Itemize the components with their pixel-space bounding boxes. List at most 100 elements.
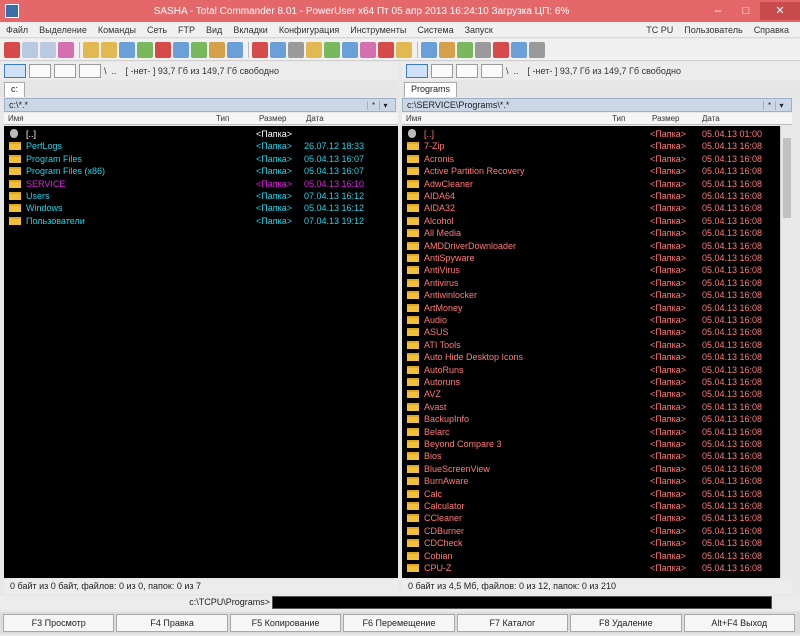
f5-copy-button[interactable]: F5 Копирование [229, 614, 342, 632]
compare-icon[interactable] [209, 41, 225, 58]
column-date[interactable]: Дата [306, 114, 324, 123]
file-row[interactable]: BlueScreenView <Папка> 05.04.13 16:08 [402, 463, 780, 475]
history-icon[interactable]: * [367, 100, 379, 110]
file-row[interactable]: Bios <Папка> 05.04.13 16:08 [402, 450, 780, 462]
file-row[interactable]: 7-Zip <Папка> 05.04.13 16:08 [402, 140, 780, 152]
left-file-panel[interactable]: [..] <Папка> PerfLogs <Папка> 26.07.12 18:33… [4, 126, 398, 578]
minimize-button[interactable]: – [704, 2, 732, 20]
file-row[interactable]: Windows <Папка> 05.04.13 16:12 [4, 202, 398, 214]
file-row[interactable]: Cobian <Папка> 05.04.13 16:08 [402, 550, 780, 562]
file-row[interactable]: All Media <Папка> 05.04.13 16:08 [402, 227, 780, 239]
file-row[interactable]: Belarc <Папка> 05.04.13 16:08 [402, 426, 780, 438]
file-row[interactable]: Autoruns <Папка> 05.04.13 16:08 [402, 376, 780, 388]
file-row[interactable]: AutoRuns <Папка> 05.04.13 16:08 [402, 364, 780, 376]
file-row[interactable]: ASUS <Папка> 05.04.13 16:08 [402, 326, 780, 338]
pack-icon[interactable] [83, 41, 99, 58]
file-row[interactable]: CDCheck <Папка> 05.04.13 16:08 [402, 537, 780, 549]
menu-item-user[interactable]: Пользователь [684, 25, 742, 35]
column-name[interactable]: Имя [8, 114, 24, 123]
tools-icon[interactable] [457, 41, 473, 58]
file-row[interactable]: AntiSpyware <Папка> 05.04.13 16:08 [402, 252, 780, 264]
dropdown-icon[interactable]: ▾ [775, 100, 787, 110]
drive-button-net[interactable] [481, 64, 503, 78]
menu-item-system[interactable]: Система [417, 25, 453, 35]
media-icon[interactable] [360, 41, 376, 58]
file-row[interactable]: AdwCleaner <Папка> 05.04.13 16:08 [402, 178, 780, 190]
drive-button-e[interactable] [54, 64, 76, 78]
menu-item-tools[interactable]: Инструменты [350, 25, 406, 35]
ftp-connect-icon[interactable] [155, 41, 171, 58]
network-icon[interactable] [324, 41, 340, 58]
file-row[interactable]: [..] <Папка> 05.04.13 01:00 [402, 128, 780, 140]
file-row[interactable]: AIDA32 <Папка> 05.04.13 16:08 [402, 202, 780, 214]
file-row[interactable]: AVZ <Папка> 05.04.13 16:08 [402, 388, 780, 400]
column-size[interactable]: Размер [652, 114, 680, 123]
file-row[interactable]: CCleaner <Папка> 05.04.13 16:08 [402, 512, 780, 524]
up-button[interactable]: .. [112, 66, 117, 76]
drive-button-d[interactable] [431, 64, 453, 78]
close-button[interactable]: ✕ [760, 2, 800, 20]
left-path-bar[interactable]: c:\*.* * ▾ [4, 98, 396, 112]
file-row[interactable]: Пользователи <Папка> 07.04.13 19:12 [4, 215, 398, 227]
drive-button-d[interactable] [29, 64, 51, 78]
file-row[interactable]: Calculator <Папка> 05.04.13 16:08 [402, 500, 780, 512]
file-row[interactable]: AntiVirus <Папка> 05.04.13 16:08 [402, 264, 780, 276]
unpack-icon[interactable] [101, 41, 117, 58]
tab-programs[interactable]: Programs [404, 82, 458, 97]
altf4-exit-button[interactable]: Alt+F4 Выход [683, 614, 795, 632]
file-row[interactable]: ATI Tools <Папка> 05.04.13 16:08 [402, 339, 780, 351]
command-input[interactable] [272, 596, 772, 609]
f3-view-button[interactable]: F3 Просмотр [3, 614, 115, 632]
file-row[interactable]: Avast <Папка> 05.04.13 16:08 [402, 401, 780, 413]
menu-item-run[interactable]: Запуск [465, 25, 493, 35]
file-row[interactable]: ArtMoney <Папка> 05.04.13 16:08 [402, 302, 780, 314]
file-row[interactable]: Alcohol <Папка> 05.04.13 16:08 [402, 215, 780, 227]
thumbnails-icon[interactable] [58, 41, 74, 58]
up-button[interactable]: .. [514, 66, 519, 76]
drive-button-e[interactable] [456, 64, 478, 78]
file-row[interactable]: CPU-Z <Папка> 05.04.13 16:08 [402, 562, 780, 574]
drive-button-net[interactable] [79, 64, 101, 78]
root-button[interactable]: \ [104, 66, 107, 76]
column-size[interactable]: Размер [259, 114, 287, 123]
file-row[interactable]: Program Files <Папка> 05.04.13 16:07 [4, 153, 398, 165]
brief-view-icon[interactable] [22, 41, 38, 58]
file-row[interactable]: Beyond Compare 3 <Папка> 05.04.13 16:08 [402, 438, 780, 450]
menu-item-select[interactable]: Выделение [39, 25, 87, 35]
antivirus-icon[interactable] [378, 41, 394, 58]
globe-icon[interactable] [511, 41, 527, 58]
column-name[interactable]: Имя [406, 114, 422, 123]
refresh-icon[interactable] [4, 41, 20, 58]
file-row[interactable]: [..] <Папка> [4, 128, 398, 140]
search-icon[interactable] [119, 41, 135, 58]
dropdown-icon[interactable]: ▾ [379, 100, 391, 110]
file-row[interactable]: BackupInfo <Папка> 05.04.13 16:08 [402, 413, 780, 425]
cmd-icon[interactable] [270, 41, 286, 58]
menu-item-config[interactable]: Конфигурация [279, 25, 339, 35]
file-row[interactable]: Acronis <Папка> 05.04.13 16:08 [402, 153, 780, 165]
file-row[interactable]: Program Files (x86) <Папка> 05.04.13 16:07 [4, 165, 398, 177]
right-path-bar[interactable]: c:\SERVICE\Programs\*.* * ▾ [402, 98, 792, 112]
file-row[interactable]: Calc <Папка> 05.04.13 16:08 [402, 488, 780, 500]
archive-icon[interactable] [396, 41, 412, 58]
config-icon[interactable] [475, 41, 491, 58]
menu-item-tcpu[interactable]: TC PU [646, 25, 673, 35]
file-row[interactable]: PerfLogs <Папка> 26.07.12 18:33 [4, 140, 398, 152]
menu-item-file[interactable]: Файл [6, 25, 28, 35]
f8-delete-button[interactable]: F8 Удаление [570, 614, 682, 632]
file-row[interactable]: BurnAware <Папка> 05.04.13 16:08 [402, 475, 780, 487]
folder-icon[interactable] [306, 41, 322, 58]
ftp-new-icon[interactable] [173, 41, 189, 58]
tab-c[interactable]: c: [4, 82, 26, 97]
menu-item-tabs[interactable]: Вкладки [233, 25, 268, 35]
file-row[interactable]: Users <Папка> 07.04.13 16:12 [4, 190, 398, 202]
full-view-icon[interactable] [40, 41, 56, 58]
drive-button-c[interactable] [406, 64, 428, 78]
sync-icon[interactable] [191, 41, 207, 58]
column-date[interactable]: Дата [702, 114, 720, 123]
column-type[interactable]: Тип [216, 114, 229, 123]
scroll-thumb[interactable] [783, 138, 791, 218]
file-row[interactable]: SERVICE <Папка> 05.04.13 16:10 [4, 178, 398, 190]
menu-item-net[interactable]: Сеть [147, 25, 167, 35]
edit-icon[interactable] [439, 41, 455, 58]
